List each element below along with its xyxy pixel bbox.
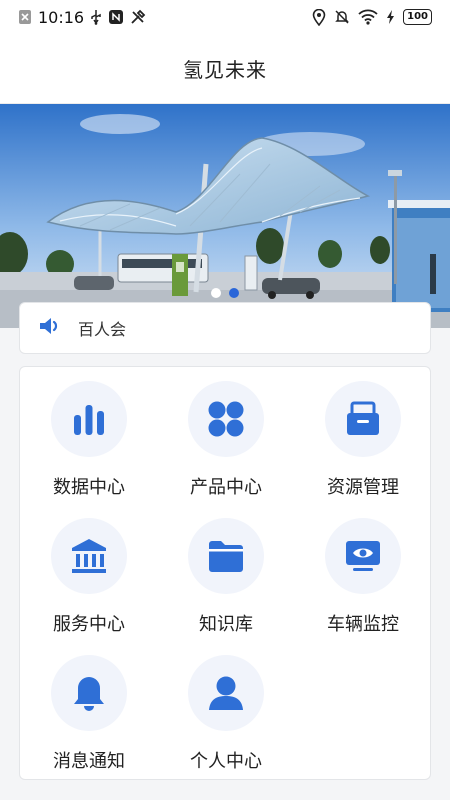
nfc-icon bbox=[108, 9, 124, 25]
page-title: 氢见未来 bbox=[183, 58, 267, 82]
icon-background bbox=[325, 381, 401, 457]
menu-grid: 数据中心 产品中心 资源管理 服务中心 知识库 车辆监控 消息通知 个人中心 bbox=[19, 366, 431, 780]
icon-background bbox=[51, 518, 127, 594]
battery-indicator: 100 bbox=[403, 9, 432, 25]
icon-background bbox=[51, 381, 127, 457]
status-bar: 10:16 100 bbox=[0, 0, 450, 34]
icon-background bbox=[188, 518, 264, 594]
menu-item-personal-center[interactable]: 个人中心 bbox=[166, 643, 286, 773]
menu-item-label: 消息通知 bbox=[53, 751, 125, 772]
status-right: 100 bbox=[312, 8, 432, 26]
bell-icon bbox=[74, 677, 104, 711]
carousel-dot-1[interactable] bbox=[211, 288, 221, 298]
monitor-eye-icon bbox=[346, 541, 380, 571]
menu-item-knowledge-base[interactable]: 知识库 bbox=[166, 506, 286, 636]
bar-chart-icon bbox=[74, 405, 104, 435]
banner-carousel[interactable] bbox=[0, 104, 450, 328]
icon-background bbox=[51, 655, 127, 731]
menu-item-resource-management[interactable]: 资源管理 bbox=[303, 369, 423, 499]
menu-item-notifications[interactable]: 消息通知 bbox=[29, 643, 149, 773]
bank-icon bbox=[72, 539, 106, 573]
tools-icon bbox=[130, 9, 146, 25]
charging-icon bbox=[386, 10, 395, 24]
notice-bar[interactable]: 百人会 bbox=[19, 302, 431, 354]
carousel-dot-2[interactable] bbox=[229, 288, 239, 298]
status-left: 10:16 bbox=[18, 8, 146, 27]
menu-item-vehicle-monitoring[interactable]: 车辆监控 bbox=[303, 506, 423, 636]
speaker-icon bbox=[38, 315, 62, 341]
close-notification-icon bbox=[18, 9, 32, 25]
notice-text: 百人会 bbox=[78, 320, 127, 339]
menu-item-label: 车辆监控 bbox=[327, 614, 399, 635]
menu-item-label: 个人中心 bbox=[190, 751, 262, 772]
mute-bell-icon bbox=[334, 9, 350, 25]
app-bar: 氢见未来 bbox=[0, 34, 450, 104]
archive-icon bbox=[347, 401, 379, 435]
usb-icon bbox=[90, 9, 102, 25]
menu-item-label: 产品中心 bbox=[190, 477, 262, 498]
icon-background bbox=[325, 518, 401, 594]
status-time: 10:16 bbox=[38, 7, 85, 27]
icon-background bbox=[188, 655, 264, 731]
menu-item-label: 数据中心 bbox=[53, 477, 125, 498]
wifi-icon bbox=[358, 9, 378, 25]
carousel-indicators bbox=[0, 288, 450, 298]
menu-item-label: 知识库 bbox=[199, 614, 253, 635]
menu-item-product-center[interactable]: 产品中心 bbox=[166, 369, 286, 499]
user-icon bbox=[209, 676, 243, 710]
folder-icon bbox=[209, 541, 243, 572]
menu-item-service-center[interactable]: 服务中心 bbox=[29, 506, 149, 636]
icon-background bbox=[188, 381, 264, 457]
menu-item-data-center[interactable]: 数据中心 bbox=[29, 369, 149, 499]
menu-item-label: 服务中心 bbox=[53, 614, 125, 635]
location-icon bbox=[312, 8, 326, 26]
grid-icon bbox=[208, 401, 244, 437]
menu-item-label: 资源管理 bbox=[327, 477, 399, 498]
